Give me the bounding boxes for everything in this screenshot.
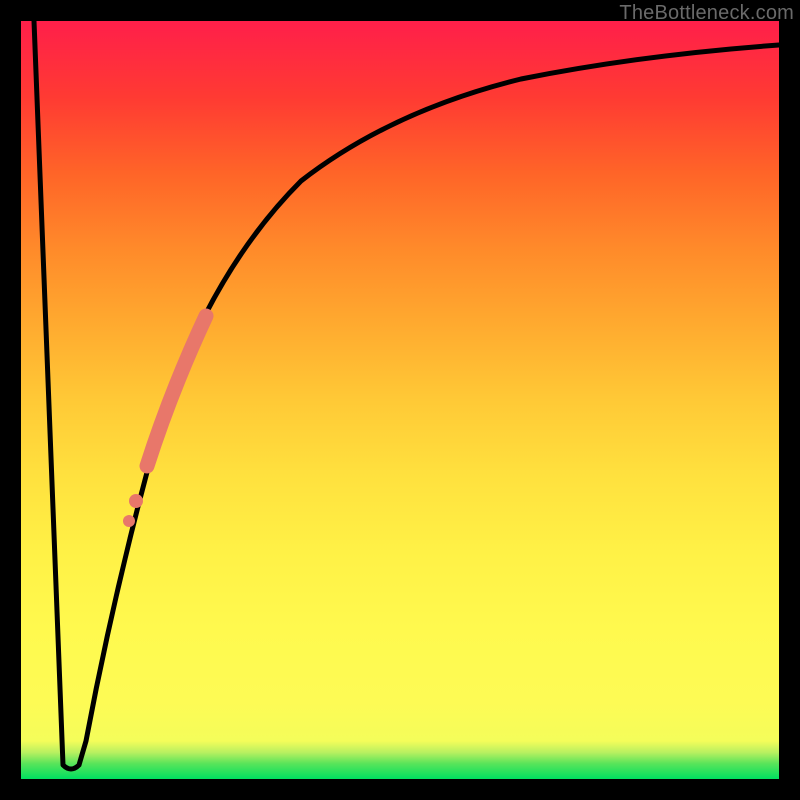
- plot-area: [21, 21, 779, 779]
- watermark-text: TheBottleneck.com: [619, 2, 794, 25]
- curve-path: [34, 21, 779, 769]
- highlight-dot-2: [123, 515, 135, 527]
- chart-frame: TheBottleneck.com: [0, 0, 800, 800]
- bottleneck-curve: [21, 21, 779, 779]
- highlight-dot-1: [129, 494, 143, 508]
- highlight-segment: [147, 316, 206, 466]
